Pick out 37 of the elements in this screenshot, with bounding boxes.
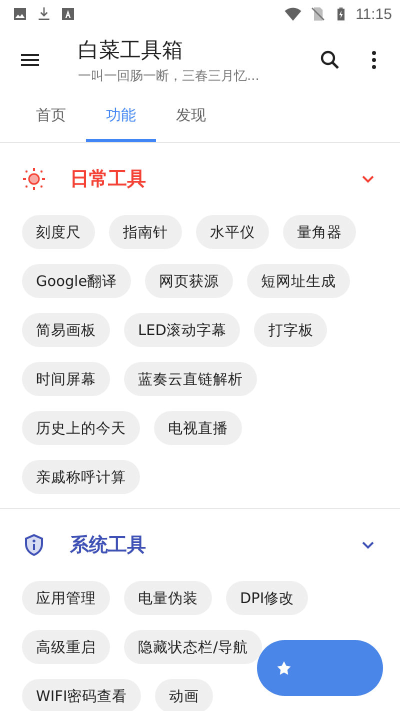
tool-chip[interactable]: 网页获源 — [145, 264, 234, 298]
more-icon — [372, 51, 376, 69]
tool-chip[interactable]: 电视直播 — [154, 411, 242, 445]
star-icon — [275, 659, 293, 677]
app-title: 白菜工具箱 — [78, 36, 184, 64]
tool-chip[interactable]: WIFI密码查看 — [22, 679, 142, 711]
tool-chip[interactable]: 电量伪装 — [124, 581, 212, 615]
section-title: 系统工具 — [70, 533, 147, 558]
tool-chip[interactable]: 量角器 — [283, 215, 356, 249]
tool-chip[interactable]: Google翻译 — [22, 264, 132, 298]
tool-chip[interactable]: 打字板 — [254, 313, 328, 347]
tool-chip[interactable]: 短网址生成 — [247, 264, 350, 298]
no-sim-icon — [310, 6, 326, 22]
clock-time: 11:15 — [356, 6, 392, 22]
tool-chip[interactable]: 动画 — [155, 679, 214, 711]
tool-chip[interactable]: 隐藏状态栏/导航 — [124, 630, 262, 664]
tool-chip[interactable]: 历史上的今天 — [22, 411, 140, 445]
tool-chip[interactable]: 应用管理 — [22, 581, 110, 615]
tool-chip[interactable]: 指南针 — [109, 215, 182, 249]
section-title: 日常工具 — [70, 167, 147, 192]
tool-chip[interactable]: 高级重启 — [22, 630, 110, 664]
tool-chip[interactable]: 简易画板 — [22, 313, 110, 347]
tab[interactable]: 发现 — [156, 92, 226, 142]
tool-chip[interactable]: DPI修改 — [226, 581, 308, 615]
download-icon — [36, 6, 52, 22]
tab[interactable]: 功能 — [86, 92, 156, 142]
wifi-icon — [284, 5, 302, 23]
app-subtitle: 一叫一回肠一断，三春三月忆... — [78, 68, 260, 84]
tool-chip[interactable]: 亲戚称呼计算 — [22, 460, 140, 494]
tool-chip[interactable]: 刻度尺 — [22, 215, 95, 249]
tool-chip[interactable]: LED滚动字幕 — [124, 313, 240, 347]
tab[interactable]: 首页 — [16, 92, 86, 142]
tool-chip[interactable]: 水平仪 — [196, 215, 269, 249]
text-icon — [60, 6, 76, 22]
tool-chip[interactable]: 蓝奏云直链解析 — [124, 362, 257, 396]
tool-chip[interactable]: 时间屏幕 — [22, 362, 110, 396]
image-icon — [12, 6, 28, 22]
